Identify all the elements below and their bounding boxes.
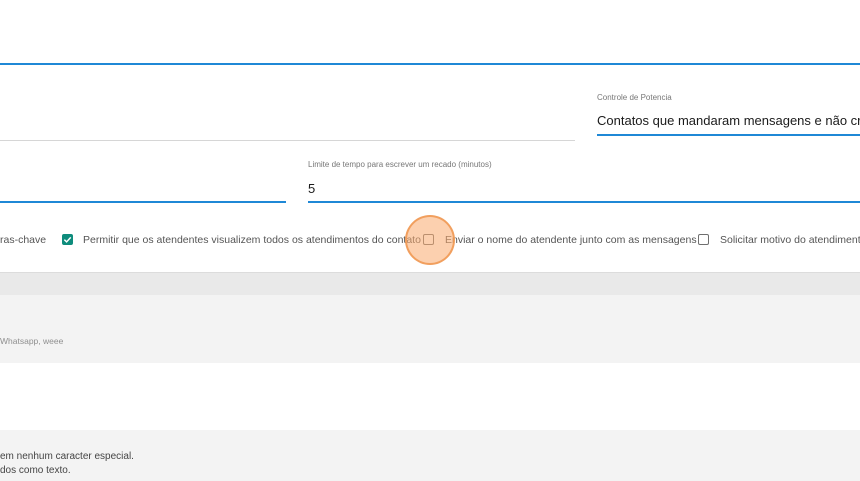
view-all-checkbox-label: Permitir que os atendentes visualizem to… bbox=[83, 234, 421, 246]
keywords-checkbox-label: ras-chave bbox=[0, 234, 47, 246]
time-limit-label: Limite de tempo para escrever um recado … bbox=[308, 160, 492, 169]
note-line-2: dos como texto. bbox=[0, 465, 71, 476]
cursor-highlight bbox=[405, 215, 455, 265]
note-line-1: em nenhum caracter especial. bbox=[0, 451, 134, 462]
top-field-underline bbox=[0, 63, 860, 65]
send-agent-name-checkbox-label: Enviar o nome do atendente junto com as … bbox=[445, 234, 697, 246]
time-limit-input[interactable]: 5 bbox=[308, 181, 315, 196]
channel-row bbox=[0, 295, 860, 363]
left-field2-underline bbox=[0, 201, 286, 203]
request-reason-checkbox[interactable] bbox=[698, 234, 709, 245]
check-icon bbox=[63, 236, 72, 243]
power-control-underline bbox=[597, 134, 860, 136]
left-field-underline bbox=[0, 140, 575, 141]
power-control-select[interactable]: Contatos que mandaram mensagens e não cr… bbox=[597, 113, 860, 128]
request-reason-checkbox-label: Solicitar motivo do atendimento bbox=[720, 234, 860, 246]
section-header-bar bbox=[0, 273, 860, 295]
time-limit-underline bbox=[308, 201, 860, 203]
view-all-checkbox[interactable] bbox=[62, 234, 73, 245]
channel-hint: Whatsapp, weee bbox=[0, 336, 64, 346]
power-control-label: Controle de Potencia bbox=[597, 93, 672, 102]
